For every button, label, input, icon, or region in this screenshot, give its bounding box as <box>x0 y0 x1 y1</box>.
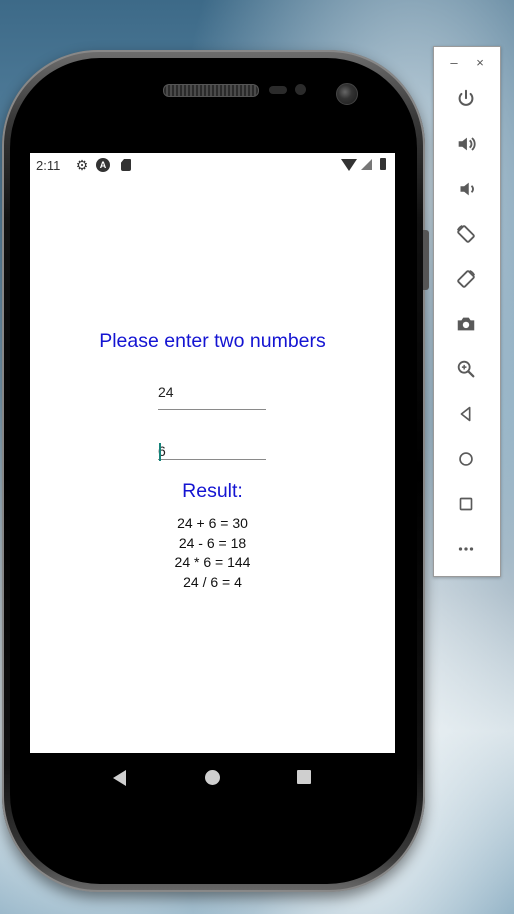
recents-icon[interactable] <box>297 770 311 784</box>
rotate-left-icon[interactable] <box>451 219 481 249</box>
results-list: 24 + 6 = 30 24 - 6 = 18 24 * 6 = 144 24 … <box>30 514 395 592</box>
back-icon[interactable] <box>113 770 126 786</box>
app-screen: 2:11 ⚙ A Please enter two numbers 24 6 R… <box>30 153 395 753</box>
power-icon[interactable] <box>451 84 481 114</box>
first-number-input[interactable]: 24 <box>158 375 266 410</box>
earpiece-speaker <box>163 84 259 97</box>
rotate-right-icon[interactable] <box>451 264 481 294</box>
gear-icon: ⚙ <box>75 157 89 173</box>
wifi-icon <box>341 159 357 171</box>
emulator-toolbar: – × <box>433 46 501 577</box>
sd-card-icon <box>121 159 131 171</box>
zoom-icon[interactable] <box>451 354 481 384</box>
page-title: Please enter two numbers <box>99 330 326 352</box>
result-sum: 24 + 6 = 30 <box>177 515 248 531</box>
result-product: 24 * 6 = 144 <box>174 554 251 570</box>
close-button[interactable]: × <box>472 55 488 70</box>
overview-icon[interactable] <box>451 489 481 519</box>
proximity-sensor <box>269 86 287 94</box>
status-time: 2:11 <box>36 158 61 173</box>
a-icon: A <box>96 158 110 172</box>
minimize-button[interactable]: – <box>446 55 462 70</box>
result-difference: 24 - 6 = 18 <box>178 534 247 551</box>
navigation-bar <box>30 753 395 801</box>
home-icon[interactable] <box>451 444 481 474</box>
volume-down-icon[interactable] <box>451 174 481 204</box>
volume-up-icon[interactable] <box>451 129 481 159</box>
result-label: Result: <box>182 480 243 502</box>
signal-icon <box>361 159 372 170</box>
power-side-button <box>423 230 429 290</box>
back-icon[interactable] <box>451 399 481 429</box>
camera-icon[interactable] <box>451 309 481 339</box>
front-camera <box>336 83 358 105</box>
battery-icon <box>380 158 386 170</box>
home-icon[interactable] <box>205 770 220 785</box>
light-sensor <box>295 84 306 95</box>
second-number-input[interactable]: 6 <box>158 425 266 461</box>
status-bar: 2:11 ⚙ A <box>30 153 395 177</box>
more-icon[interactable] <box>451 534 481 564</box>
result-quotient: 24 / 6 = 4 <box>183 573 242 590</box>
text-cursor <box>159 443 161 461</box>
first-number-value: 24 <box>158 384 174 400</box>
